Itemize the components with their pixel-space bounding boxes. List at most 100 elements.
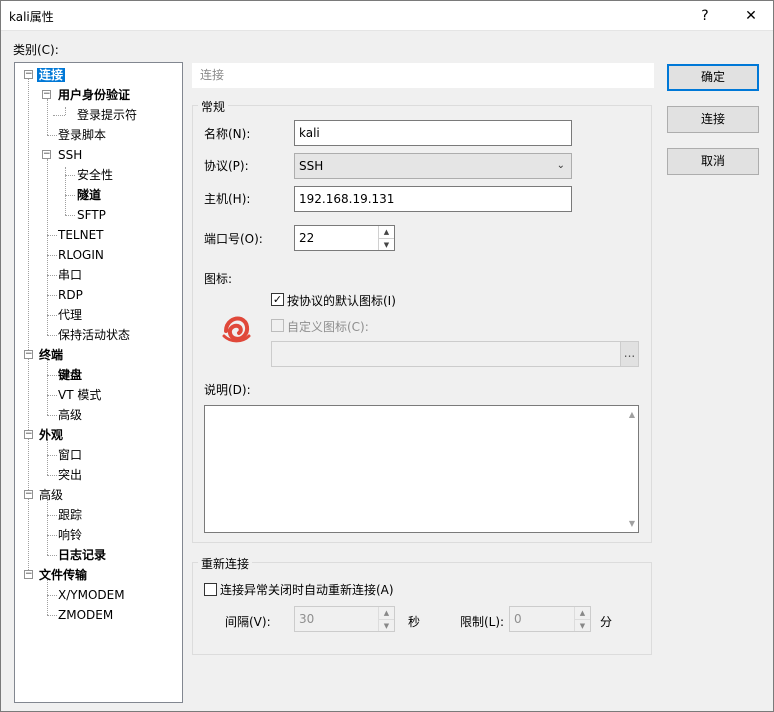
tree-item-xymodem[interactable]: X/YMODEM bbox=[58, 586, 125, 604]
category-tree[interactable]: − − − − − − − 连接 用户身份验证 登录提示符 登录脚本 SSH 安… bbox=[14, 62, 183, 703]
tree-line bbox=[47, 555, 57, 556]
host-input[interactable]: 192.168.19.131 bbox=[294, 186, 572, 212]
tree-collapse-toggle[interactable]: − bbox=[42, 90, 51, 99]
tree-item-vt-mode[interactable]: VT 模式 bbox=[58, 386, 101, 404]
spin-down-icon[interactable]: ▼ bbox=[379, 619, 394, 632]
help-button[interactable]: ? bbox=[682, 0, 728, 31]
tree-collapse-toggle[interactable]: − bbox=[24, 490, 33, 499]
tree-item-appearance[interactable]: 外观 bbox=[39, 426, 63, 444]
tree-line bbox=[47, 255, 57, 256]
spin-down-icon[interactable]: ▼ bbox=[575, 619, 590, 632]
tree-collapse-toggle[interactable]: − bbox=[24, 570, 33, 579]
tree-item-keyboard[interactable]: 键盘 bbox=[58, 366, 82, 384]
default-icon-checkbox[interactable]: ✓ bbox=[271, 293, 284, 306]
seconds-unit: 秒 bbox=[408, 615, 421, 629]
tree-item-bell[interactable]: 响铃 bbox=[58, 526, 82, 544]
limit-spinner[interactable]: ▲ ▼ bbox=[574, 607, 590, 631]
tree-line bbox=[47, 295, 57, 296]
tree-line bbox=[47, 535, 57, 536]
tree-collapse-toggle[interactable]: − bbox=[24, 350, 33, 359]
minutes-unit: 分 bbox=[600, 615, 613, 629]
tree-line bbox=[47, 579, 48, 615]
spin-down-icon[interactable]: ▼ bbox=[379, 238, 394, 251]
tree-item-sftp[interactable]: SFTP bbox=[77, 206, 106, 224]
tree-line bbox=[47, 99, 48, 135]
tree-line bbox=[65, 175, 75, 176]
tree-item-rlogin[interactable]: RLOGIN bbox=[58, 246, 104, 264]
tree-item-trace[interactable]: 跟踪 bbox=[58, 506, 82, 524]
ok-button[interactable]: 确定 bbox=[667, 64, 759, 91]
tree-line bbox=[47, 335, 57, 336]
protocol-label: 协议(P): bbox=[204, 159, 249, 173]
scroll-down-icon[interactable]: ▼ bbox=[629, 519, 635, 528]
tree-item-login-prompt[interactable]: 登录提示符 bbox=[77, 106, 137, 124]
tree-item-zmodem[interactable]: ZMODEM bbox=[58, 606, 113, 624]
tree-item-ssh[interactable]: SSH bbox=[58, 146, 82, 164]
protocol-select[interactable]: SSH ⌄ bbox=[294, 153, 572, 179]
tree-line bbox=[47, 395, 57, 396]
tree-line bbox=[65, 215, 75, 216]
tree-item-connection[interactable]: 连接 bbox=[37, 66, 66, 84]
description-textarea[interactable]: ▲ ▼ bbox=[204, 405, 639, 533]
panel-header: 连接 bbox=[192, 63, 654, 88]
tree-item-advanced[interactable]: 高级 bbox=[58, 406, 82, 424]
tree-item-rdp[interactable]: RDP bbox=[58, 286, 83, 304]
tree-item-tunnel[interactable]: 隧道 bbox=[77, 186, 101, 204]
interval-value: 30 bbox=[299, 612, 315, 626]
tree-item-serial[interactable]: 串口 bbox=[58, 266, 82, 284]
name-input[interactable]: kali bbox=[294, 120, 572, 146]
window-title: kali属性 bbox=[9, 10, 54, 24]
tree-line bbox=[47, 615, 57, 616]
reconnect-group-title: 重新连接 bbox=[198, 555, 253, 572]
browse-button[interactable]: ... bbox=[620, 341, 639, 367]
host-label: 主机(H): bbox=[204, 192, 251, 206]
tree-line bbox=[47, 415, 57, 416]
custom-icon-label: 自定义图标(C): bbox=[287, 320, 369, 334]
port-label: 端口号(O): bbox=[204, 232, 263, 246]
tree-item-terminal[interactable]: 终端 bbox=[39, 346, 63, 364]
auto-reconnect-checkbox[interactable] bbox=[204, 583, 217, 596]
tree-item-highlight[interactable]: 突出 bbox=[58, 466, 82, 484]
default-icon-label: 按协议的默认图标(I) bbox=[287, 294, 396, 308]
custom-icon-path-input[interactable] bbox=[271, 341, 621, 367]
scroll-up-icon[interactable]: ▲ bbox=[629, 410, 635, 419]
cancel-button[interactable]: 取消 bbox=[667, 148, 759, 175]
tree-item-proxy[interactable]: 代理 bbox=[58, 306, 82, 324]
tree-line bbox=[53, 115, 65, 116]
tree-item-login-script[interactable]: 登录脚本 bbox=[58, 126, 106, 144]
tree-collapse-toggle[interactable]: − bbox=[42, 150, 51, 159]
chevron-down-icon: ⌄ bbox=[556, 160, 565, 171]
tree-item-window[interactable]: 窗口 bbox=[58, 446, 82, 464]
tree-item-logging[interactable]: 日志记录 bbox=[58, 546, 106, 564]
tree-item-telnet[interactable]: TELNET bbox=[58, 226, 104, 244]
spin-up-icon[interactable]: ▲ bbox=[379, 226, 394, 238]
connect-button[interactable]: 连接 bbox=[667, 106, 759, 133]
spin-up-icon[interactable]: ▲ bbox=[379, 607, 394, 619]
ssh-protocol-icon bbox=[222, 316, 251, 343]
tree-line bbox=[65, 195, 75, 196]
limit-label: 限制(L): bbox=[460, 615, 505, 629]
tree-item-security[interactable]: 安全性 bbox=[77, 166, 113, 184]
protocol-value: SSH bbox=[299, 159, 324, 173]
close-button[interactable]: ✕ bbox=[728, 0, 774, 31]
tree-item-advanced-2[interactable]: 高级 bbox=[39, 486, 63, 504]
tree-item-file-transfer[interactable]: 文件传输 bbox=[39, 566, 87, 584]
spin-up-icon[interactable]: ▲ bbox=[575, 607, 590, 619]
tree-collapse-toggle[interactable]: − bbox=[24, 70, 33, 79]
tree-line bbox=[47, 595, 57, 596]
tree-collapse-toggle[interactable]: − bbox=[24, 430, 33, 439]
tree-line bbox=[47, 375, 57, 376]
help-icon: ? bbox=[701, 7, 709, 24]
custom-icon-checkbox[interactable] bbox=[271, 319, 284, 332]
port-spinner[interactable]: ▲ ▼ bbox=[378, 226, 394, 250]
tree-line bbox=[47, 159, 48, 335]
port-value: 22 bbox=[299, 231, 315, 245]
tree-line bbox=[47, 359, 48, 415]
tree-line bbox=[47, 235, 57, 236]
tree-line bbox=[47, 499, 48, 555]
auto-reconnect-label: 连接异常关闭时自动重新连接(A) bbox=[220, 583, 394, 597]
tree-item-user-auth[interactable]: 用户身份验证 bbox=[58, 86, 130, 104]
interval-spinner[interactable]: ▲ ▼ bbox=[378, 607, 394, 631]
tree-item-keepalive[interactable]: 保持活动状态 bbox=[58, 326, 130, 344]
tree-line bbox=[47, 275, 57, 276]
